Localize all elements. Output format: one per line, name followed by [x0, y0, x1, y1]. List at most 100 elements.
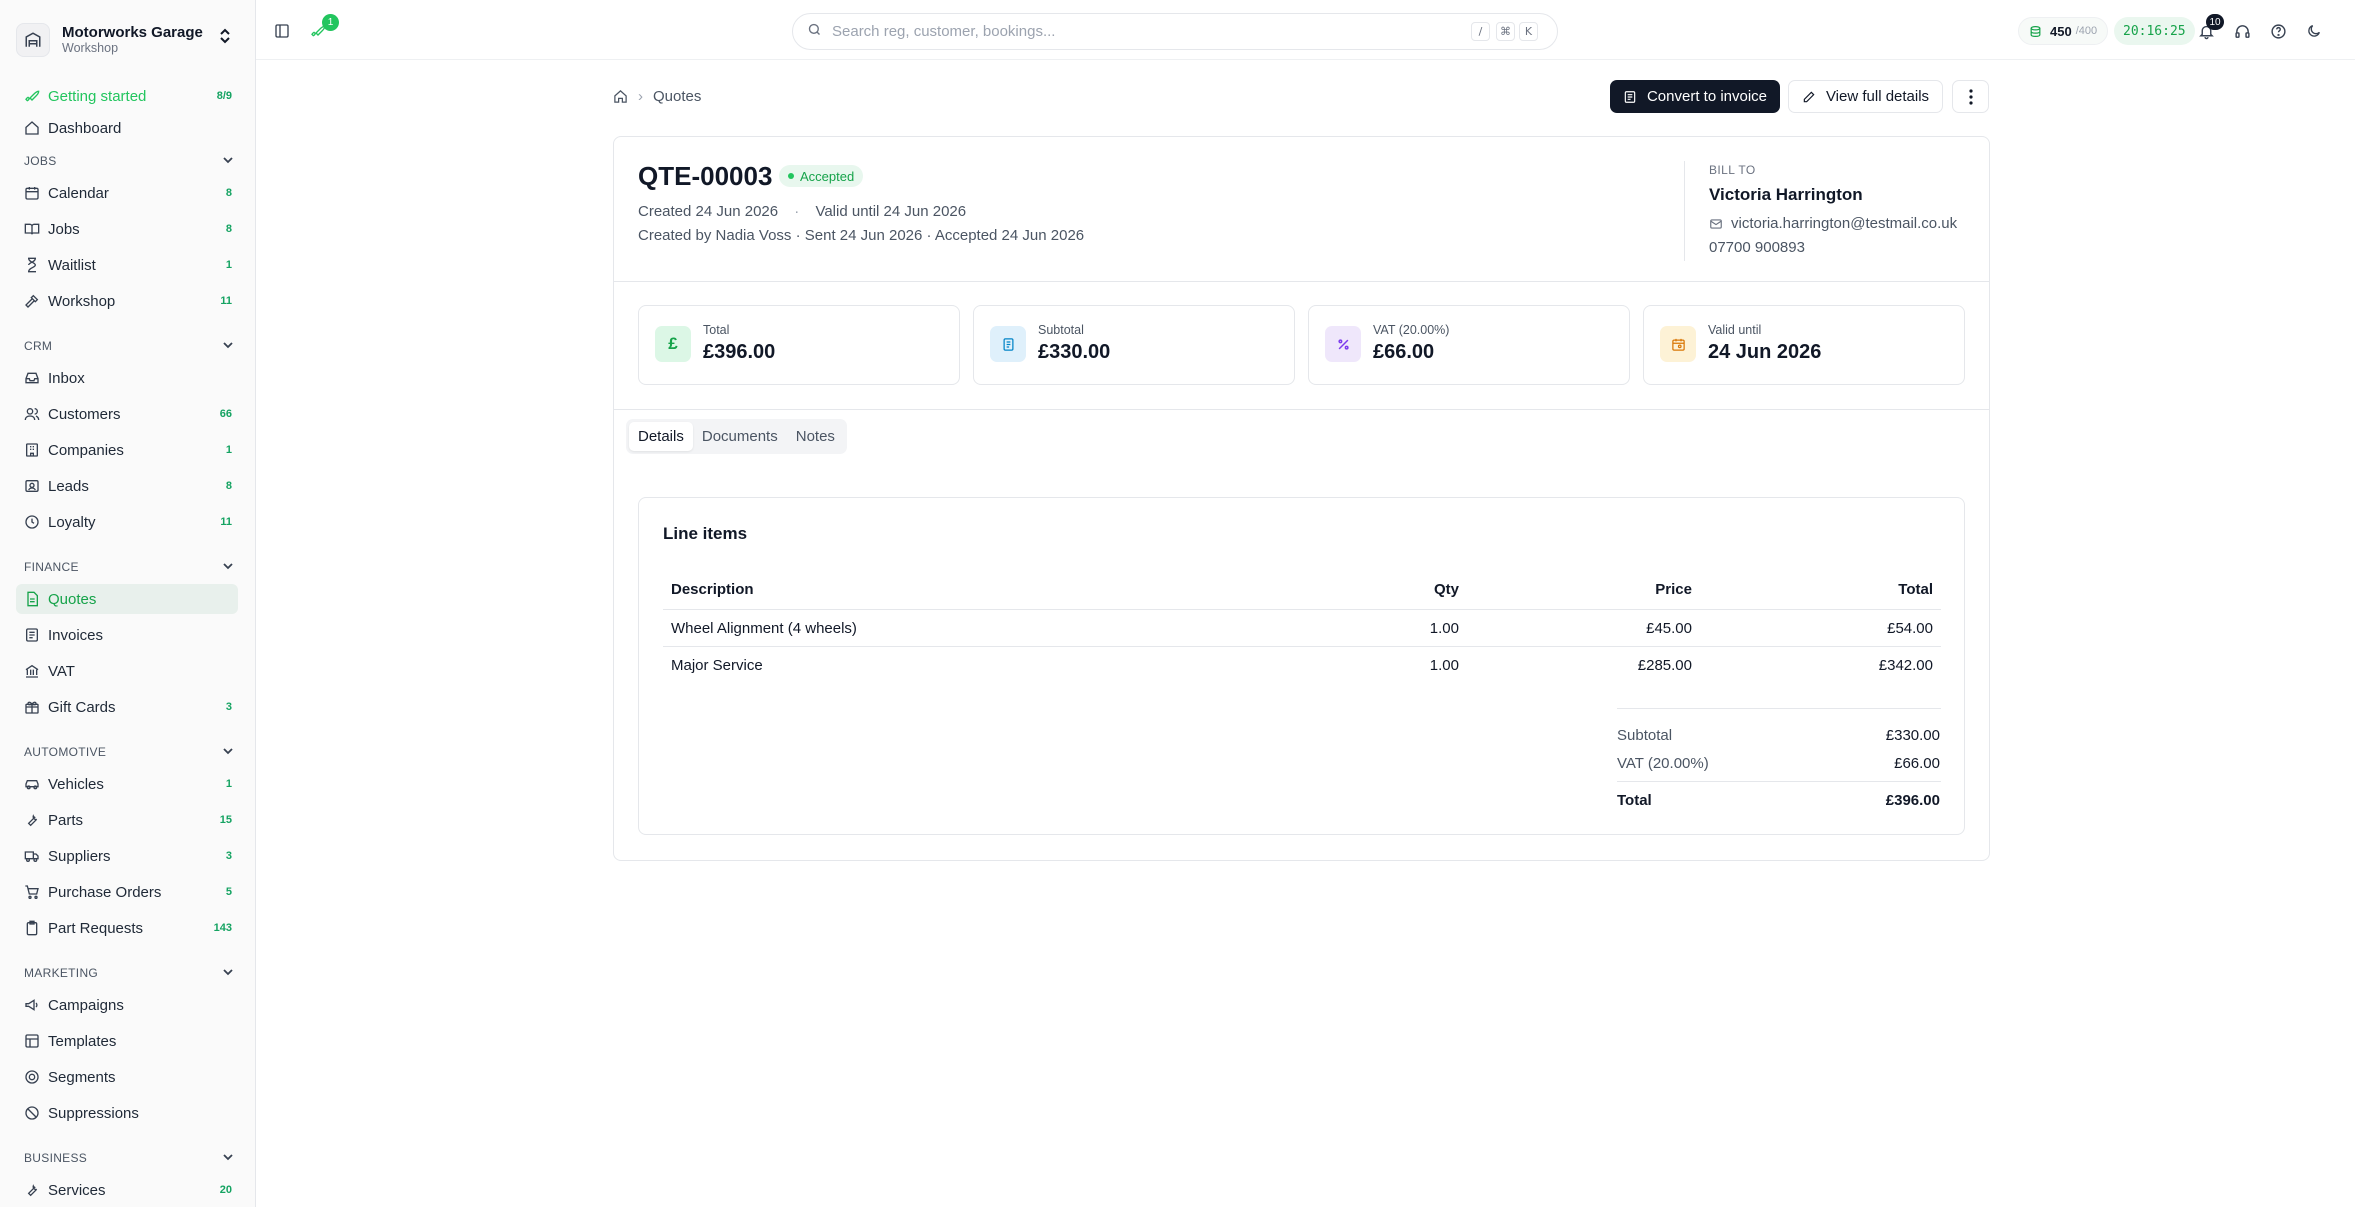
- ban-icon: [24, 1105, 40, 1121]
- home-icon[interactable]: [613, 89, 628, 104]
- customer-email[interactable]: victoria.harrington@testmail.co.uk: [1709, 215, 1957, 232]
- file-text-icon: [24, 591, 40, 607]
- sidebar-item-waitlist[interactable]: Waitlist 1: [16, 250, 238, 280]
- contact-card-icon: [24, 478, 40, 494]
- column-header-price: Price: [1655, 581, 1692, 598]
- stat-label: Subtotal: [1038, 323, 1084, 337]
- sidebar-item-dashboard[interactable]: Dashboard: [16, 113, 238, 143]
- workspace-subtitle: Workshop: [62, 41, 119, 56]
- moon-icon[interactable]: [2304, 21, 2324, 41]
- sidebar-item-part-requests[interactable]: Part Requests 143: [16, 913, 238, 943]
- award-icon: [24, 514, 40, 530]
- sidebar-item-templates[interactable]: Templates: [16, 1026, 238, 1056]
- pound-icon: £: [655, 326, 691, 362]
- sidebar-item-getting-started[interactable]: Getting started 8/9: [16, 81, 238, 111]
- tab-notes[interactable]: Notes: [787, 422, 844, 451]
- global-search[interactable]: / ⌘ K: [792, 13, 1558, 50]
- divider: [614, 281, 1989, 282]
- created-date: Created 24 Jun 2026: [638, 203, 779, 220]
- home-icon: [24, 120, 40, 136]
- chevron-down-icon: [222, 339, 234, 354]
- section-toggle-finance[interactable]: FINANCE: [24, 557, 234, 577]
- shortcut-key: ⌘: [1496, 22, 1515, 41]
- sidebar-item-campaigns[interactable]: Campaigns: [16, 990, 238, 1020]
- sidebar-item-segments[interactable]: Segments: [16, 1062, 238, 1092]
- section-toggle-business[interactable]: BUSINESS: [24, 1148, 234, 1168]
- sidebar-item-calendar[interactable]: Calendar 8: [16, 178, 238, 208]
- sidebar-item-label: VAT: [48, 662, 75, 680]
- sidebar-item-quotes[interactable]: Quotes: [16, 584, 238, 614]
- section-toggle-automotive[interactable]: AUTOMOTIVE: [24, 742, 234, 762]
- tab-details[interactable]: Details: [629, 422, 693, 451]
- workspace-switcher[interactable]: Motorworks Garage Workshop: [16, 14, 240, 66]
- column-header-total: Total: [1898, 581, 1933, 598]
- sidebar-item-suppliers[interactable]: Suppliers 3: [16, 841, 238, 871]
- breadcrumb: › Quotes: [613, 86, 701, 106]
- stat-subtotal: Subtotal £330.00: [973, 305, 1295, 385]
- sidebar-item-leads[interactable]: Leads 8: [16, 471, 238, 501]
- sidebar-item-companies[interactable]: Companies 1: [16, 435, 238, 465]
- credits-indicator[interactable]: 450 /400: [2018, 17, 2109, 45]
- count-badge: 3: [225, 701, 232, 713]
- sidebar-item-vehicles[interactable]: Vehicles 1: [16, 769, 238, 799]
- credits-value: 450: [2050, 23, 2072, 39]
- view-full-details-button[interactable]: View full details: [1788, 80, 1943, 113]
- sidebar-item-jobs[interactable]: Jobs 8: [16, 214, 238, 244]
- sidebar-item-loyalty[interactable]: Loyalty 11: [16, 507, 238, 537]
- cell-total: £342.00: [1878, 657, 1933, 674]
- sidebar-item-inbox[interactable]: Inbox: [16, 363, 238, 393]
- sidebar-item-workshop[interactable]: Workshop 11: [16, 286, 238, 316]
- stat-total: £ Total £396.00: [638, 305, 960, 385]
- sidebar-item-suppressions[interactable]: Suppressions: [16, 1098, 238, 1128]
- button-label: Convert to invoice: [1646, 88, 1768, 105]
- count-badge: 20: [219, 1184, 232, 1196]
- customer-phone[interactable]: 07700 900893: [1709, 239, 1805, 256]
- status-dot: [788, 173, 794, 179]
- sidebar-item-parts[interactable]: Parts 15: [16, 805, 238, 835]
- breadcrumb-current[interactable]: Quotes: [653, 88, 701, 105]
- sidebar-item-label: Suppliers: [48, 847, 111, 865]
- breadcrumb-separator: ›: [638, 87, 643, 105]
- section-title: MARKETING: [24, 966, 99, 980]
- quote-card: QTE-00003 Accepted Created 24 Jun 2026 ·…: [613, 136, 1990, 861]
- more-actions-button[interactable]: [1952, 80, 1989, 113]
- sidebar-item-services[interactable]: Services 20: [16, 1175, 238, 1205]
- book-icon: [24, 221, 40, 237]
- sidebar-item-purchase-orders[interactable]: Purchase Orders 5: [16, 877, 238, 907]
- sidebar-item-label: Quotes: [48, 590, 97, 608]
- section-toggle-crm[interactable]: CRM: [24, 336, 234, 356]
- section-toggle-jobs[interactable]: JOBS: [24, 151, 234, 171]
- button-label: View full details: [1825, 88, 1930, 105]
- sidebar-item-invoices[interactable]: Invoices: [16, 620, 238, 650]
- help-circle-icon[interactable]: [2268, 21, 2288, 41]
- search-icon: [807, 22, 822, 41]
- tab-documents[interactable]: Documents: [693, 422, 787, 451]
- quote-dates: Created 24 Jun 2026 · Valid until 24 Jun…: [638, 203, 967, 220]
- shortcut-key: K: [1519, 22, 1538, 41]
- headset-icon[interactable]: [2232, 21, 2252, 41]
- sidebar-toggle-icon[interactable]: [272, 21, 292, 41]
- sidebar-item-customers[interactable]: Customers 66: [16, 399, 238, 429]
- chevron-down-icon: [222, 1151, 234, 1166]
- divider: [1617, 781, 1941, 782]
- count-badge: 1: [225, 444, 232, 456]
- section-title: JOBS: [24, 154, 57, 168]
- sidebar-item-vat[interactable]: VAT: [16, 656, 238, 686]
- sidebar-item-gift-cards[interactable]: Gift Cards 3: [16, 692, 238, 722]
- subtotal-label: Subtotal: [1617, 727, 1673, 744]
- sidebar-item-label: Companies: [48, 441, 124, 459]
- section-toggle-marketing[interactable]: MARKETING: [24, 963, 234, 983]
- count-badge: 8: [225, 223, 232, 235]
- chevron-down-icon: [222, 966, 234, 981]
- status-label: Accepted: [800, 168, 855, 184]
- top-bar: 1 / ⌘ K 450 /400 20:16:25 10: [256, 0, 2355, 60]
- search-input[interactable]: [832, 23, 1452, 40]
- chevron-down-icon: [222, 745, 234, 760]
- convert-to-invoice-button[interactable]: Convert to invoice: [1610, 80, 1780, 113]
- layout-template-icon: [24, 1033, 40, 1049]
- workspace-name: Motorworks Garage: [62, 24, 203, 42]
- count-badge: 8: [225, 187, 232, 199]
- clipboard-icon: [24, 920, 40, 936]
- customer-name[interactable]: Victoria Harrington: [1709, 185, 1863, 205]
- count-badge: 3: [225, 850, 232, 862]
